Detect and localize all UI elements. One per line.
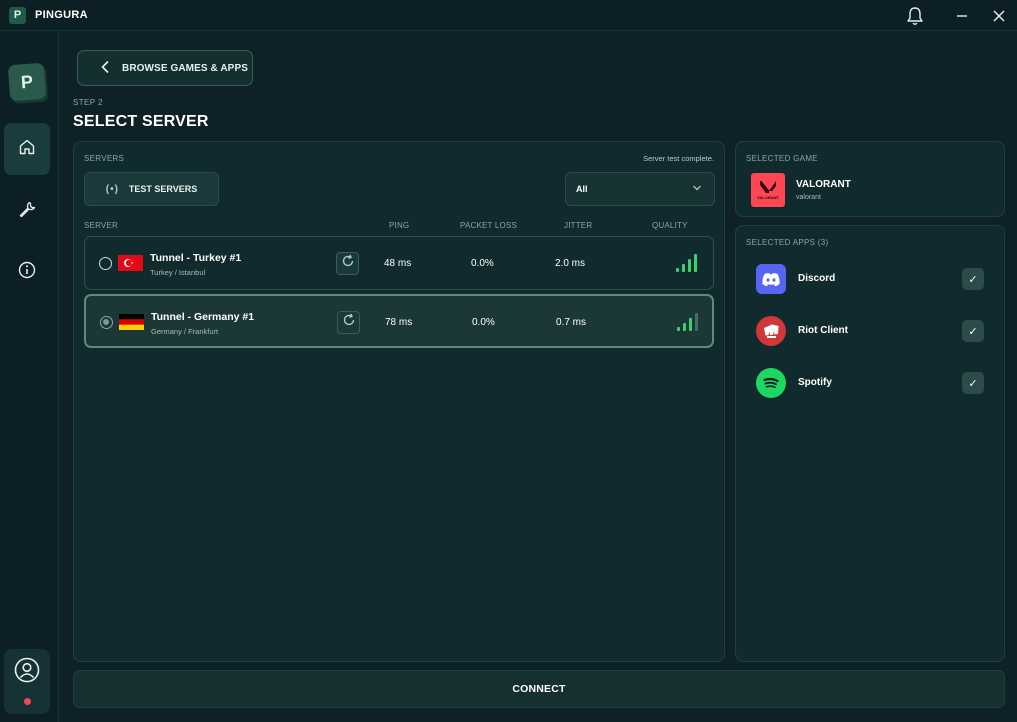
server-ping: 48 ms <box>384 258 412 269</box>
server-jitter: 2.0 ms <box>555 258 586 269</box>
game-name: VALORANT <box>796 179 851 190</box>
browse-games-apps-button[interactable]: BROWSE GAMES & APPS <box>77 50 253 86</box>
servers-panel: SERVERS Server test complete. (•) TEST S… <box>73 141 725 662</box>
sidebar: P <box>0 31 59 722</box>
column-server: SERVER <box>84 221 118 230</box>
signal-bar <box>682 264 685 272</box>
column-quality: QUALITY <box>652 221 688 230</box>
app-checkbox[interactable]: ✓ <box>962 320 984 342</box>
server-radio[interactable] <box>100 316 113 329</box>
sidebar-item-info[interactable] <box>4 246 50 298</box>
refresh-button[interactable] <box>337 311 360 334</box>
app-name: Riot Client <box>798 325 848 336</box>
refresh-button[interactable] <box>336 252 359 275</box>
app-title: PINGURA <box>35 9 88 21</box>
selected-game-panel: SELECTED GAME VALORANT VALORANT valorant <box>735 141 1005 217</box>
column-packet-loss: PACKET LOSS <box>460 221 518 230</box>
filter-value: All <box>576 184 588 194</box>
wrench-icon <box>18 200 36 223</box>
region-filter-select[interactable]: All <box>565 172 715 206</box>
app-checkbox[interactable]: ✓ <box>962 268 984 290</box>
server-location: Turkey / Istanbul <box>150 268 206 277</box>
server-test-status: Server test complete. <box>643 154 714 163</box>
broadcast-icon: (•) <box>105 183 119 195</box>
selected-game-label: SELECTED GAME <box>746 154 818 163</box>
germany-flag-icon <box>119 314 144 330</box>
user-avatar-icon <box>14 657 40 688</box>
turkey-flag-icon <box>118 255 143 271</box>
server-jitter: 0.7 ms <box>556 317 587 328</box>
bell-icon[interactable] <box>905 6 925 26</box>
column-ping: PING <box>389 221 410 230</box>
server-packet-loss: 0.0% <box>471 258 494 269</box>
spotify-icon <box>756 368 786 398</box>
quality-signal-icon <box>676 254 700 272</box>
selected-apps-label: SELECTED APPS (3) <box>746 238 829 247</box>
title-bar: P PINGURA <box>0 0 1017 31</box>
refresh-icon <box>342 313 356 332</box>
signal-bar <box>677 327 680 331</box>
server-location: Germany / Frankfurt <box>151 327 219 336</box>
sidebar-item-home[interactable] <box>4 123 50 175</box>
sidebar-item-tools[interactable] <box>4 185 50 237</box>
server-packet-loss: 0.0% <box>472 317 495 328</box>
valorant-logo-icon: VALORANT <box>751 173 785 207</box>
app-row-spotify: Spotify ✓ <box>756 368 986 398</box>
browse-label: BROWSE GAMES & APPS <box>122 62 248 74</box>
selected-apps-panel: SELECTED APPS (3) Discord ✓ Riot Client … <box>735 225 1005 662</box>
app-row-riot-client: Riot Client ✓ <box>756 316 986 346</box>
server-ping: 78 ms <box>385 317 413 328</box>
game-subtitle: valorant <box>796 194 821 201</box>
app-checkbox[interactable]: ✓ <box>962 372 984 394</box>
signal-bar <box>689 318 692 331</box>
server-row-turkey[interactable]: Tunnel - Turkey #1 Turkey / Istanbul 48 … <box>84 236 714 290</box>
server-name: Tunnel - Germany #1 <box>151 311 255 323</box>
servers-label: SERVERS <box>84 154 125 163</box>
test-servers-button[interactable]: (•) TEST SERVERS <box>84 172 219 206</box>
page-title: SELECT SERVER <box>73 113 209 130</box>
user-profile-button[interactable] <box>4 649 50 714</box>
app-row-discord: Discord ✓ <box>756 264 986 294</box>
server-radio[interactable] <box>99 257 112 270</box>
signal-bar-empty <box>695 313 698 331</box>
app-logo-icon: P <box>9 6 26 24</box>
sidebar-logo-icon: P <box>7 62 47 102</box>
chevron-down-icon <box>692 184 702 194</box>
server-row-germany[interactable]: Tunnel - Germany #1 Germany / Frankfurt … <box>84 294 714 348</box>
status-dot <box>24 698 31 705</box>
quality-signal-icon <box>677 313 701 331</box>
riot-client-icon <box>756 316 786 346</box>
step-label: STEP 2 <box>73 98 103 107</box>
refresh-icon <box>341 254 355 273</box>
info-icon <box>18 261 36 284</box>
signal-bar <box>688 259 691 272</box>
minimize-icon[interactable] <box>952 6 972 26</box>
column-jitter: JITTER <box>564 221 593 230</box>
home-icon <box>18 138 36 161</box>
signal-bar <box>683 323 686 331</box>
app-name: Discord <box>798 273 836 284</box>
app-name: Spotify <box>798 377 832 388</box>
chevron-left-icon <box>100 60 110 77</box>
server-name: Tunnel - Turkey #1 <box>150 252 242 264</box>
close-icon[interactable] <box>989 6 1009 26</box>
connect-button[interactable]: CONNECT <box>73 670 1005 708</box>
signal-bar <box>676 268 679 272</box>
test-servers-label: TEST SERVERS <box>128 184 198 194</box>
signal-bar <box>694 254 697 272</box>
discord-icon <box>756 264 786 294</box>
